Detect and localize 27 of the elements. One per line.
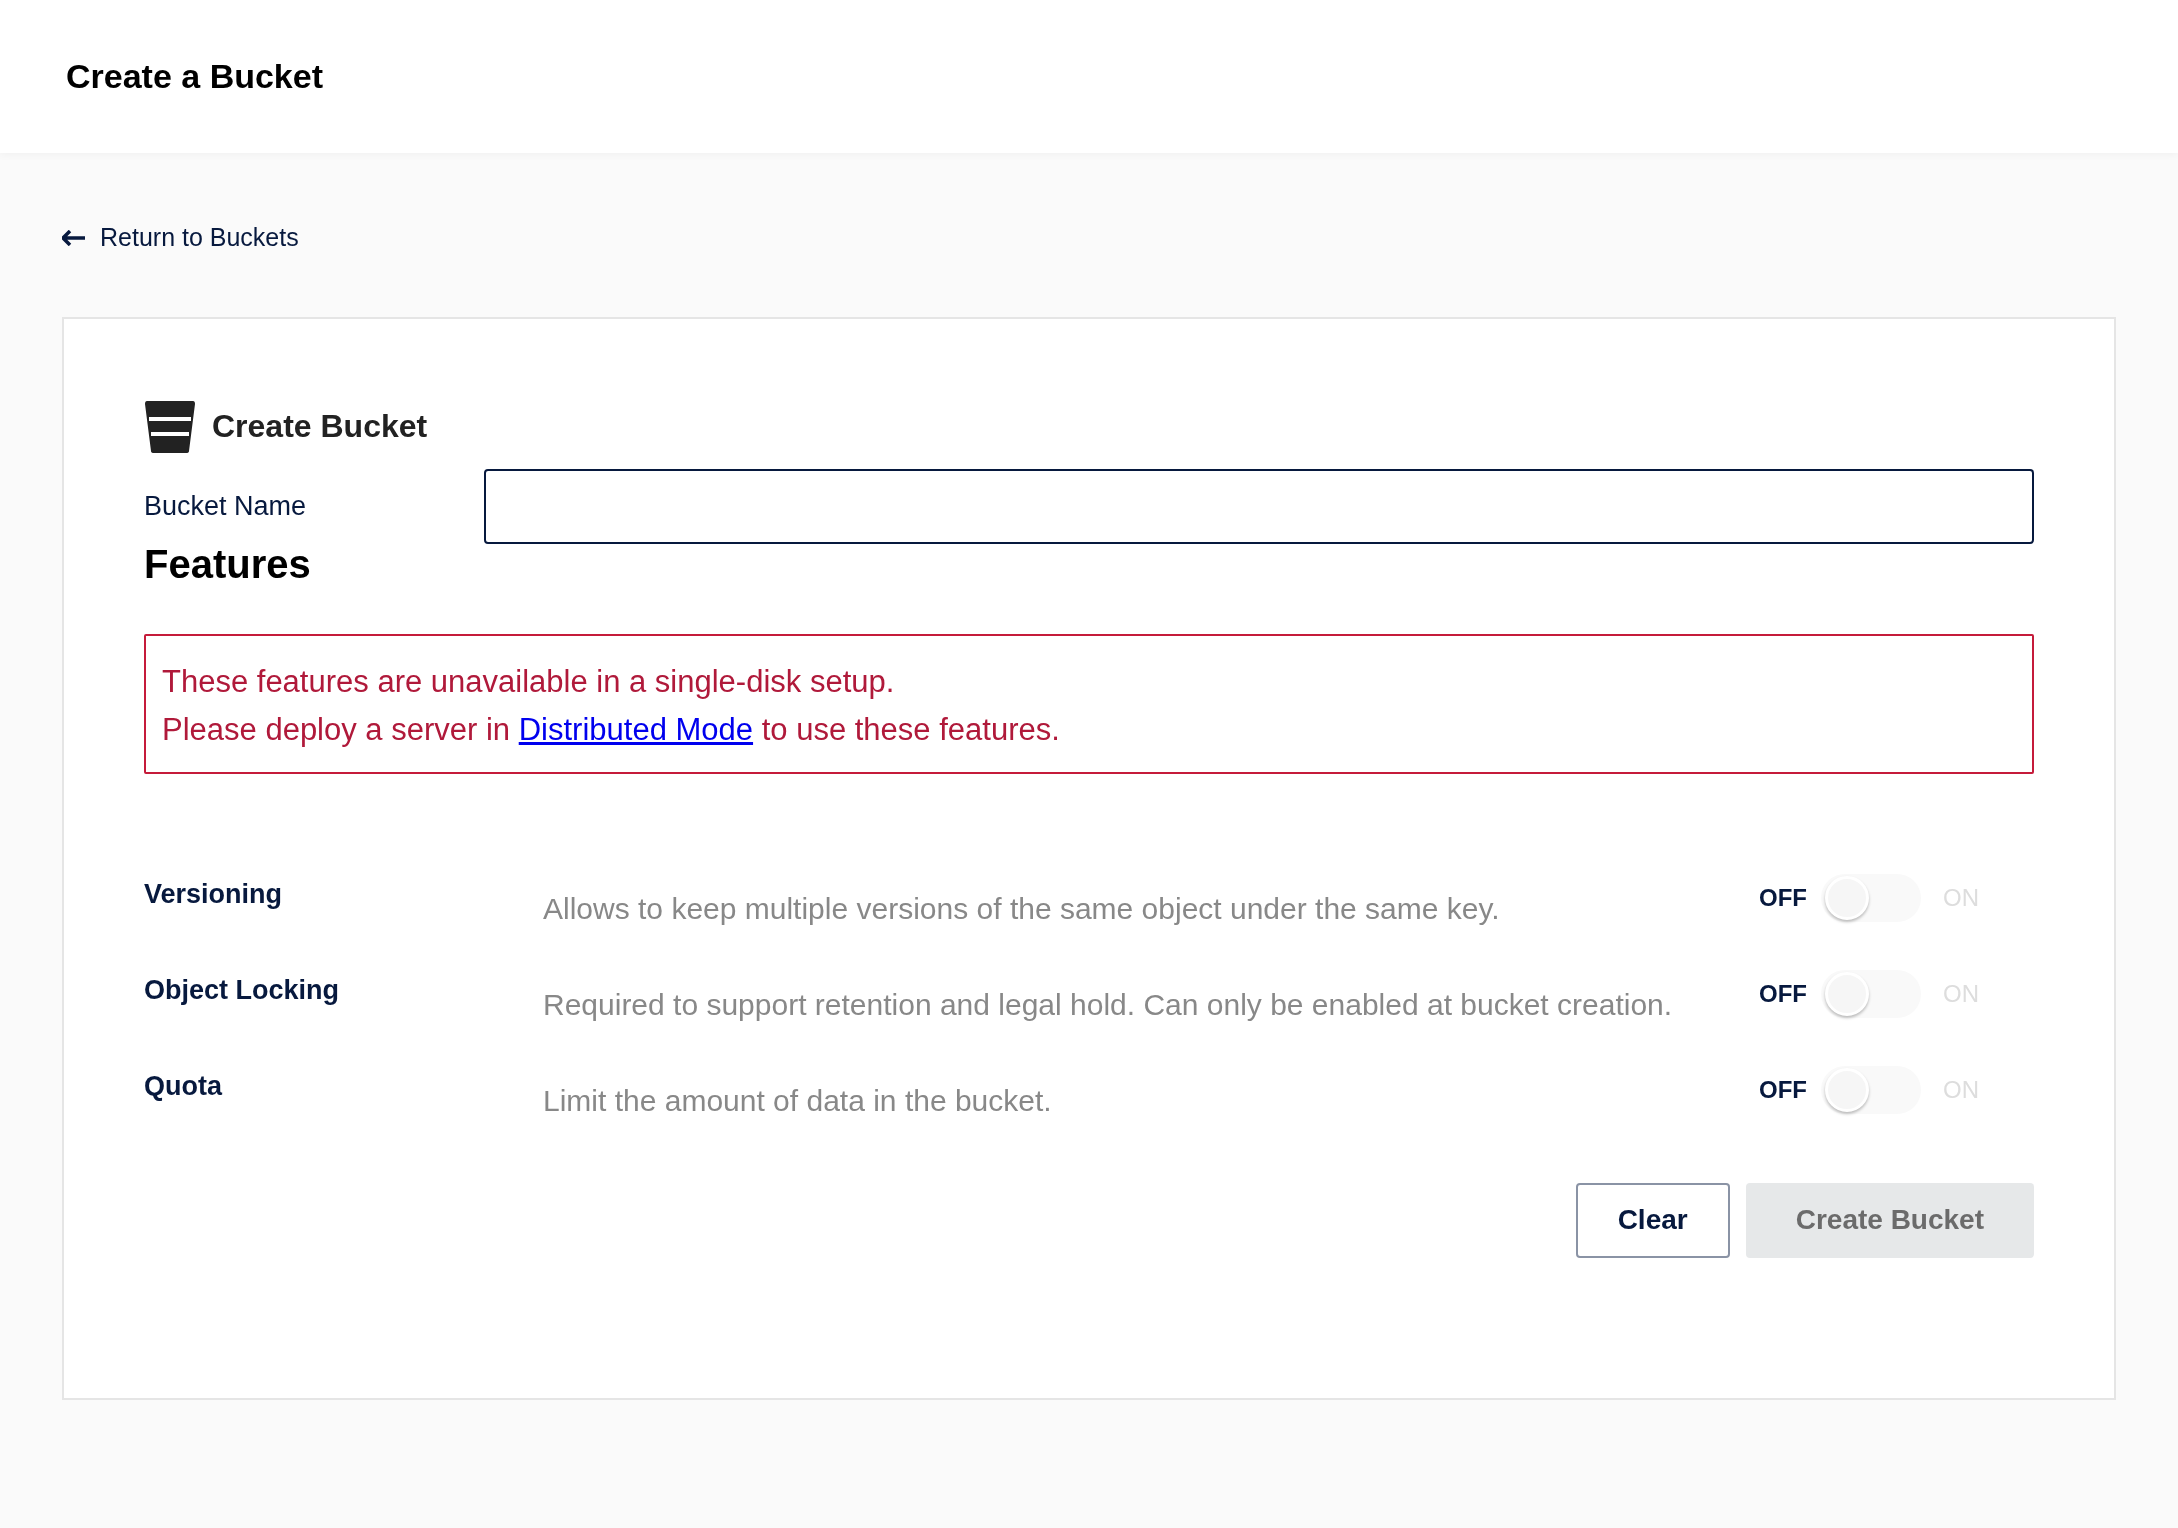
form-title: Create Bucket — [212, 406, 428, 446]
page-title: Create a Bucket — [66, 56, 323, 97]
toggle-knob — [1825, 875, 1869, 920]
feature-name: Versioning — [144, 877, 284, 911]
alert-text: These features are unavailable in a single-disk setup. — [162, 662, 896, 701]
feature-name: Quota — [144, 1069, 224, 1103]
toggle-switch[interactable] — [1821, 969, 1921, 1018]
off-label: OFF — [1759, 882, 1807, 913]
back-arrow-icon — [62, 229, 86, 246]
toggle-knob — [1825, 971, 1869, 1016]
field-label: Bucket Name — [144, 489, 308, 523]
feature-description: Allows to keep multiple versions of the same object under the same key. — [543, 890, 1501, 927]
distributed-mode-link[interactable]: Distributed Mode — [518, 711, 754, 747]
toggle-knob — [1825, 1067, 1869, 1112]
bucket-name-field[interactable] — [484, 468, 2034, 544]
return-link[interactable]: Return to Buckets — [62, 219, 299, 257]
feature-description: Required to support retention and legal hold. Can only be enabled at bucket creation. — [543, 986, 1674, 1023]
feature-name: Object Locking — [144, 973, 341, 1007]
section-heading: Features — [144, 540, 312, 588]
bucket-icon — [144, 398, 196, 453]
alert-text: Please deploy a server in Distributed Mode to use these features. — [162, 710, 1061, 749]
off-label: OFF — [1759, 978, 1807, 1009]
toggle-switch[interactable] — [1821, 873, 1921, 922]
feature-description: Limit the amount of data in the bucket. — [543, 1082, 1053, 1119]
off-label: OFF — [1759, 1074, 1807, 1105]
toggle-switch[interactable] — [1821, 1065, 1921, 1114]
clear-button[interactable]: Clear — [1575, 1182, 1730, 1258]
